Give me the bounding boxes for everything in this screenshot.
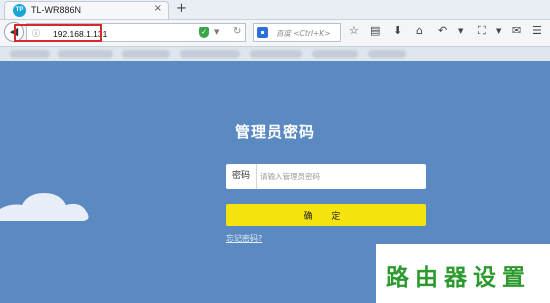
home-icon[interactable]: ⌂ bbox=[416, 24, 423, 38]
search-box[interactable]: ▪ 百度 <Ctrl+K> bbox=[253, 23, 341, 42]
confirm-button[interactable]: 确 定 bbox=[226, 204, 426, 226]
watermark-text: 路由器设置 bbox=[386, 265, 531, 291]
undo-dropdown-icon[interactable]: ▼ bbox=[458, 24, 463, 38]
page-title: 管理员密码 bbox=[234, 123, 315, 141]
menu-icon[interactable]: ☰ bbox=[532, 24, 542, 38]
tplink-logo-icon: TP bbox=[13, 4, 26, 17]
chat-icon[interactable]: ✉ bbox=[512, 24, 521, 38]
crop-dropdown-icon[interactable]: ▼ bbox=[496, 24, 501, 38]
blurred-bookmark bbox=[180, 50, 240, 58]
password-field-group: 密码 bbox=[226, 164, 426, 189]
blurred-bookmark bbox=[250, 50, 302, 58]
blurred-bookmark bbox=[58, 50, 113, 58]
dropdown-icon[interactable]: ▼ bbox=[214, 28, 219, 36]
reading-list-icon[interactable]: ▤ bbox=[370, 24, 380, 38]
blurred-bookmark bbox=[10, 50, 50, 58]
blurred-bookmark bbox=[368, 50, 406, 58]
security-shield-icon[interactable]: ✓ bbox=[199, 27, 209, 38]
bookmark-star-icon[interactable]: ☆ bbox=[349, 24, 359, 38]
password-label: 密码 bbox=[226, 164, 257, 189]
tab-router[interactable]: TP TL-WR886N × bbox=[4, 1, 169, 19]
search-placeholder: 百度 <Ctrl+K> bbox=[276, 29, 331, 38]
address-highlight-box bbox=[14, 24, 102, 42]
bookmarks-bar bbox=[0, 47, 550, 61]
close-tab-icon[interactable]: × bbox=[154, 3, 162, 14]
password-input[interactable] bbox=[260, 164, 420, 189]
baidu-engine-icon[interactable]: ▪ bbox=[257, 27, 268, 38]
new-tab-button[interactable]: + bbox=[176, 0, 187, 18]
download-icon[interactable]: ⬇ bbox=[393, 24, 402, 38]
tab-strip: TP TL-WR886N × + bbox=[0, 0, 550, 20]
watermark: 路由器设置 bbox=[376, 244, 550, 303]
cloud-decoration bbox=[0, 193, 89, 221]
tab-title: TL-WR886N bbox=[31, 5, 82, 15]
blurred-bookmark bbox=[312, 50, 358, 58]
forgot-password-link[interactable]: 忘记密码? bbox=[226, 233, 262, 244]
crop-icon[interactable]: ⛶ bbox=[478, 24, 486, 38]
blurred-bookmark bbox=[122, 50, 170, 58]
undo-icon[interactable]: ↶ bbox=[438, 24, 447, 38]
refresh-icon[interactable]: ↻ bbox=[233, 26, 241, 37]
